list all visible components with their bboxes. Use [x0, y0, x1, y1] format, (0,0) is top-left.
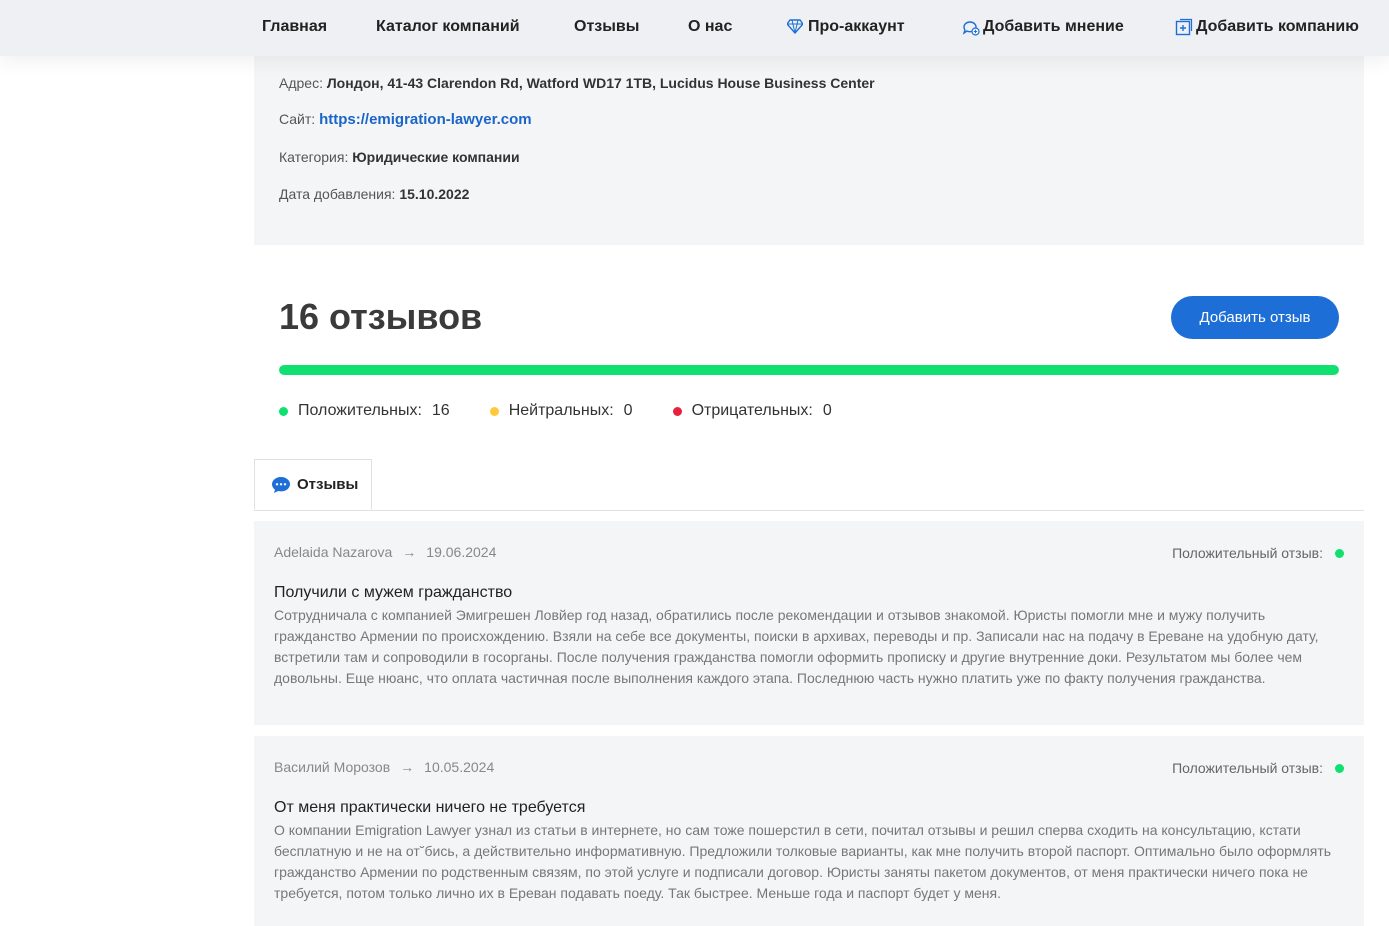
nav-add-opinion[interactable]: Добавить мнение [962, 0, 1124, 54]
nav-add-company[interactable]: Добавить компанию [1175, 0, 1359, 54]
sentiment-progress-bar [279, 365, 1339, 375]
nav-about-label: О нас [688, 18, 733, 35]
review-title: От меня практически ничего не требуется [274, 799, 586, 816]
positive-dot-icon [279, 406, 288, 416]
review-title: Получили с мужем гражданство [274, 584, 513, 601]
add-review-button[interactable]: Добавить отзыв [1171, 296, 1339, 339]
date-added-label: Дата добавления: [279, 186, 396, 202]
top-navigation: Главная Каталог компаний Отзывы О нас Пр… [0, 0, 1389, 56]
negative-stat: Отрицательных: 0 [672, 402, 832, 420]
reviews-count-title: 16 отзывов [279, 296, 483, 337]
positive-progress-fill [279, 365, 1339, 375]
negative-dot-icon [672, 406, 682, 416]
negative-label: Отрицательных: [691, 402, 813, 419]
positive-dot-icon [1335, 763, 1344, 773]
neutral-stat: Нейтральных: 0 [489, 402, 633, 420]
neutral-label: Нейтральных: [508, 402, 614, 419]
nav-home-label: Главная [262, 18, 328, 35]
review-type: Положительный отзыв: [1172, 545, 1344, 561]
tab-reviews-label: Отзывы [297, 476, 359, 493]
site-row: Сайт: https://emigration-lawyer.com [279, 111, 532, 128]
category-row: Категория: Юридические компании [279, 149, 520, 165]
nav-about[interactable]: О нас [688, 0, 732, 54]
address-value: Лондон, 41-43 Clarendon Rd, Watford WD17… [326, 75, 875, 91]
category-label: Категория: [279, 149, 349, 165]
review-author: Adelaida Nazarova [274, 544, 393, 560]
site-label: Сайт: [279, 111, 316, 127]
diamond-icon [787, 18, 805, 36]
review-card: Василий Морозов → 10.05.2024 Положительный… [254, 736, 1364, 926]
negative-count: 0 [822, 402, 832, 419]
positive-dot-icon [1335, 548, 1344, 558]
date-added-row: Дата добавления: 15.10.2022 [279, 186, 469, 202]
positive-label: Положительных: [298, 402, 422, 419]
nav-catalog-label: Каталог компаний [376, 18, 520, 35]
nav-add-opinion-label: Добавить мнение [983, 18, 1124, 35]
review-text: О компании Emigration Lawyer узнал из ст… [274, 822, 1332, 901]
review-date: 19.06.2024 [426, 544, 497, 560]
nav-add-company-label: Добавить компанию [1196, 18, 1359, 35]
category-value: Юридические компании [352, 149, 520, 165]
chat-bubble-icon [272, 476, 290, 493]
add-square-icon [1175, 18, 1193, 36]
review-type-label: Положительный отзыв: [1172, 545, 1323, 561]
chat-plus-icon [962, 18, 980, 36]
date-added-value: 15.10.2022 [399, 186, 470, 202]
address-label: Адрес: [279, 75, 323, 91]
positive-stat: Положительных: 16 [279, 402, 450, 420]
review-card: Adelaida Nazarova → 19.06.2024 Положительн… [254, 521, 1364, 725]
site-link[interactable]: https://emigration-lawyer.com [319, 111, 532, 128]
tab-divider [254, 510, 1364, 511]
neutral-count: 0 [623, 402, 633, 419]
review-meta: Василий Морозов → 10.05.2024 [274, 759, 494, 775]
review-author: Василий Морозов [274, 759, 391, 775]
arrow-right-icon: → [402, 544, 417, 560]
nav-catalog[interactable]: Каталог компаний [376, 0, 520, 54]
address-row: Адрес: Лондон, 41-43 Clarendon Rd, Watfo… [279, 75, 875, 91]
nav-pro-label: Про-аккаунт [808, 18, 905, 35]
neutral-dot-icon [489, 406, 499, 416]
nav-home[interactable]: Главная [262, 0, 327, 54]
review-type-label: Положительный отзыв: [1172, 760, 1323, 776]
positive-count: 16 [431, 402, 450, 419]
tab-reviews[interactable]: Отзывы [254, 459, 372, 510]
sentiment-stats: Положительных: 16 Нейтральных: 0 Отрицат… [279, 402, 872, 420]
review-type: Положительный отзыв: [1172, 760, 1344, 776]
nav-pro-account[interactable]: Про-аккаунт [787, 0, 905, 54]
review-text: Сотрудничала с компанией Эмигрешен Ловйе… [274, 607, 1319, 686]
arrow-right-icon: → [400, 759, 415, 775]
nav-reviews[interactable]: Отзывы [574, 0, 639, 54]
review-date: 10.05.2024 [424, 759, 495, 775]
nav-reviews-label: Отзывы [574, 18, 640, 35]
review-meta: Adelaida Nazarova → 19.06.2024 [274, 544, 496, 560]
company-info-card: Адрес: Лондон, 41-43 Clarendon Rd, Watfo… [254, 56, 1364, 245]
